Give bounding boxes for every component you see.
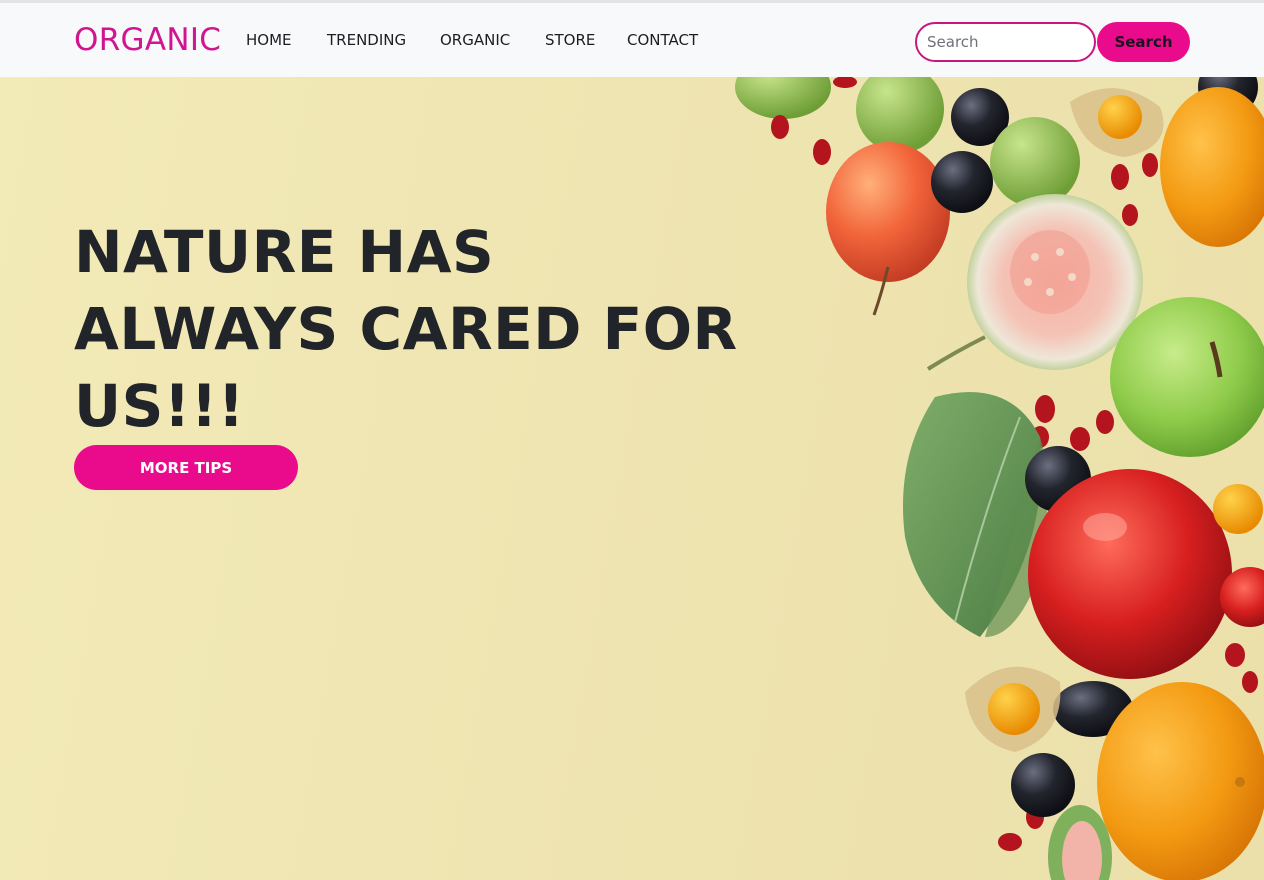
- nav-link-organic[interactable]: ORGANIC: [440, 30, 510, 50]
- nav-link-home[interactable]: HOME: [246, 30, 292, 50]
- top-navbar: ORGANIC HOME TRENDING ORGANIC STORE CONT…: [0, 0, 1264, 77]
- nav-link-trending[interactable]: TRENDING: [327, 30, 406, 50]
- nav-link-contact[interactable]: CONTACT: [627, 30, 698, 50]
- more-tips-button[interactable]: MORE TIPS: [74, 445, 298, 490]
- hero-section: NATURE HAS ALWAYS CARED FOR US!!! MORE T…: [0, 77, 1264, 880]
- hero-headline: NATURE HAS ALWAYS CARED FOR US!!!: [74, 218, 738, 440]
- brand-logo[interactable]: ORGANIC: [74, 21, 221, 59]
- nav-link-store[interactable]: STORE: [545, 30, 595, 50]
- search-input[interactable]: [915, 22, 1096, 62]
- search-button[interactable]: Search: [1097, 22, 1190, 62]
